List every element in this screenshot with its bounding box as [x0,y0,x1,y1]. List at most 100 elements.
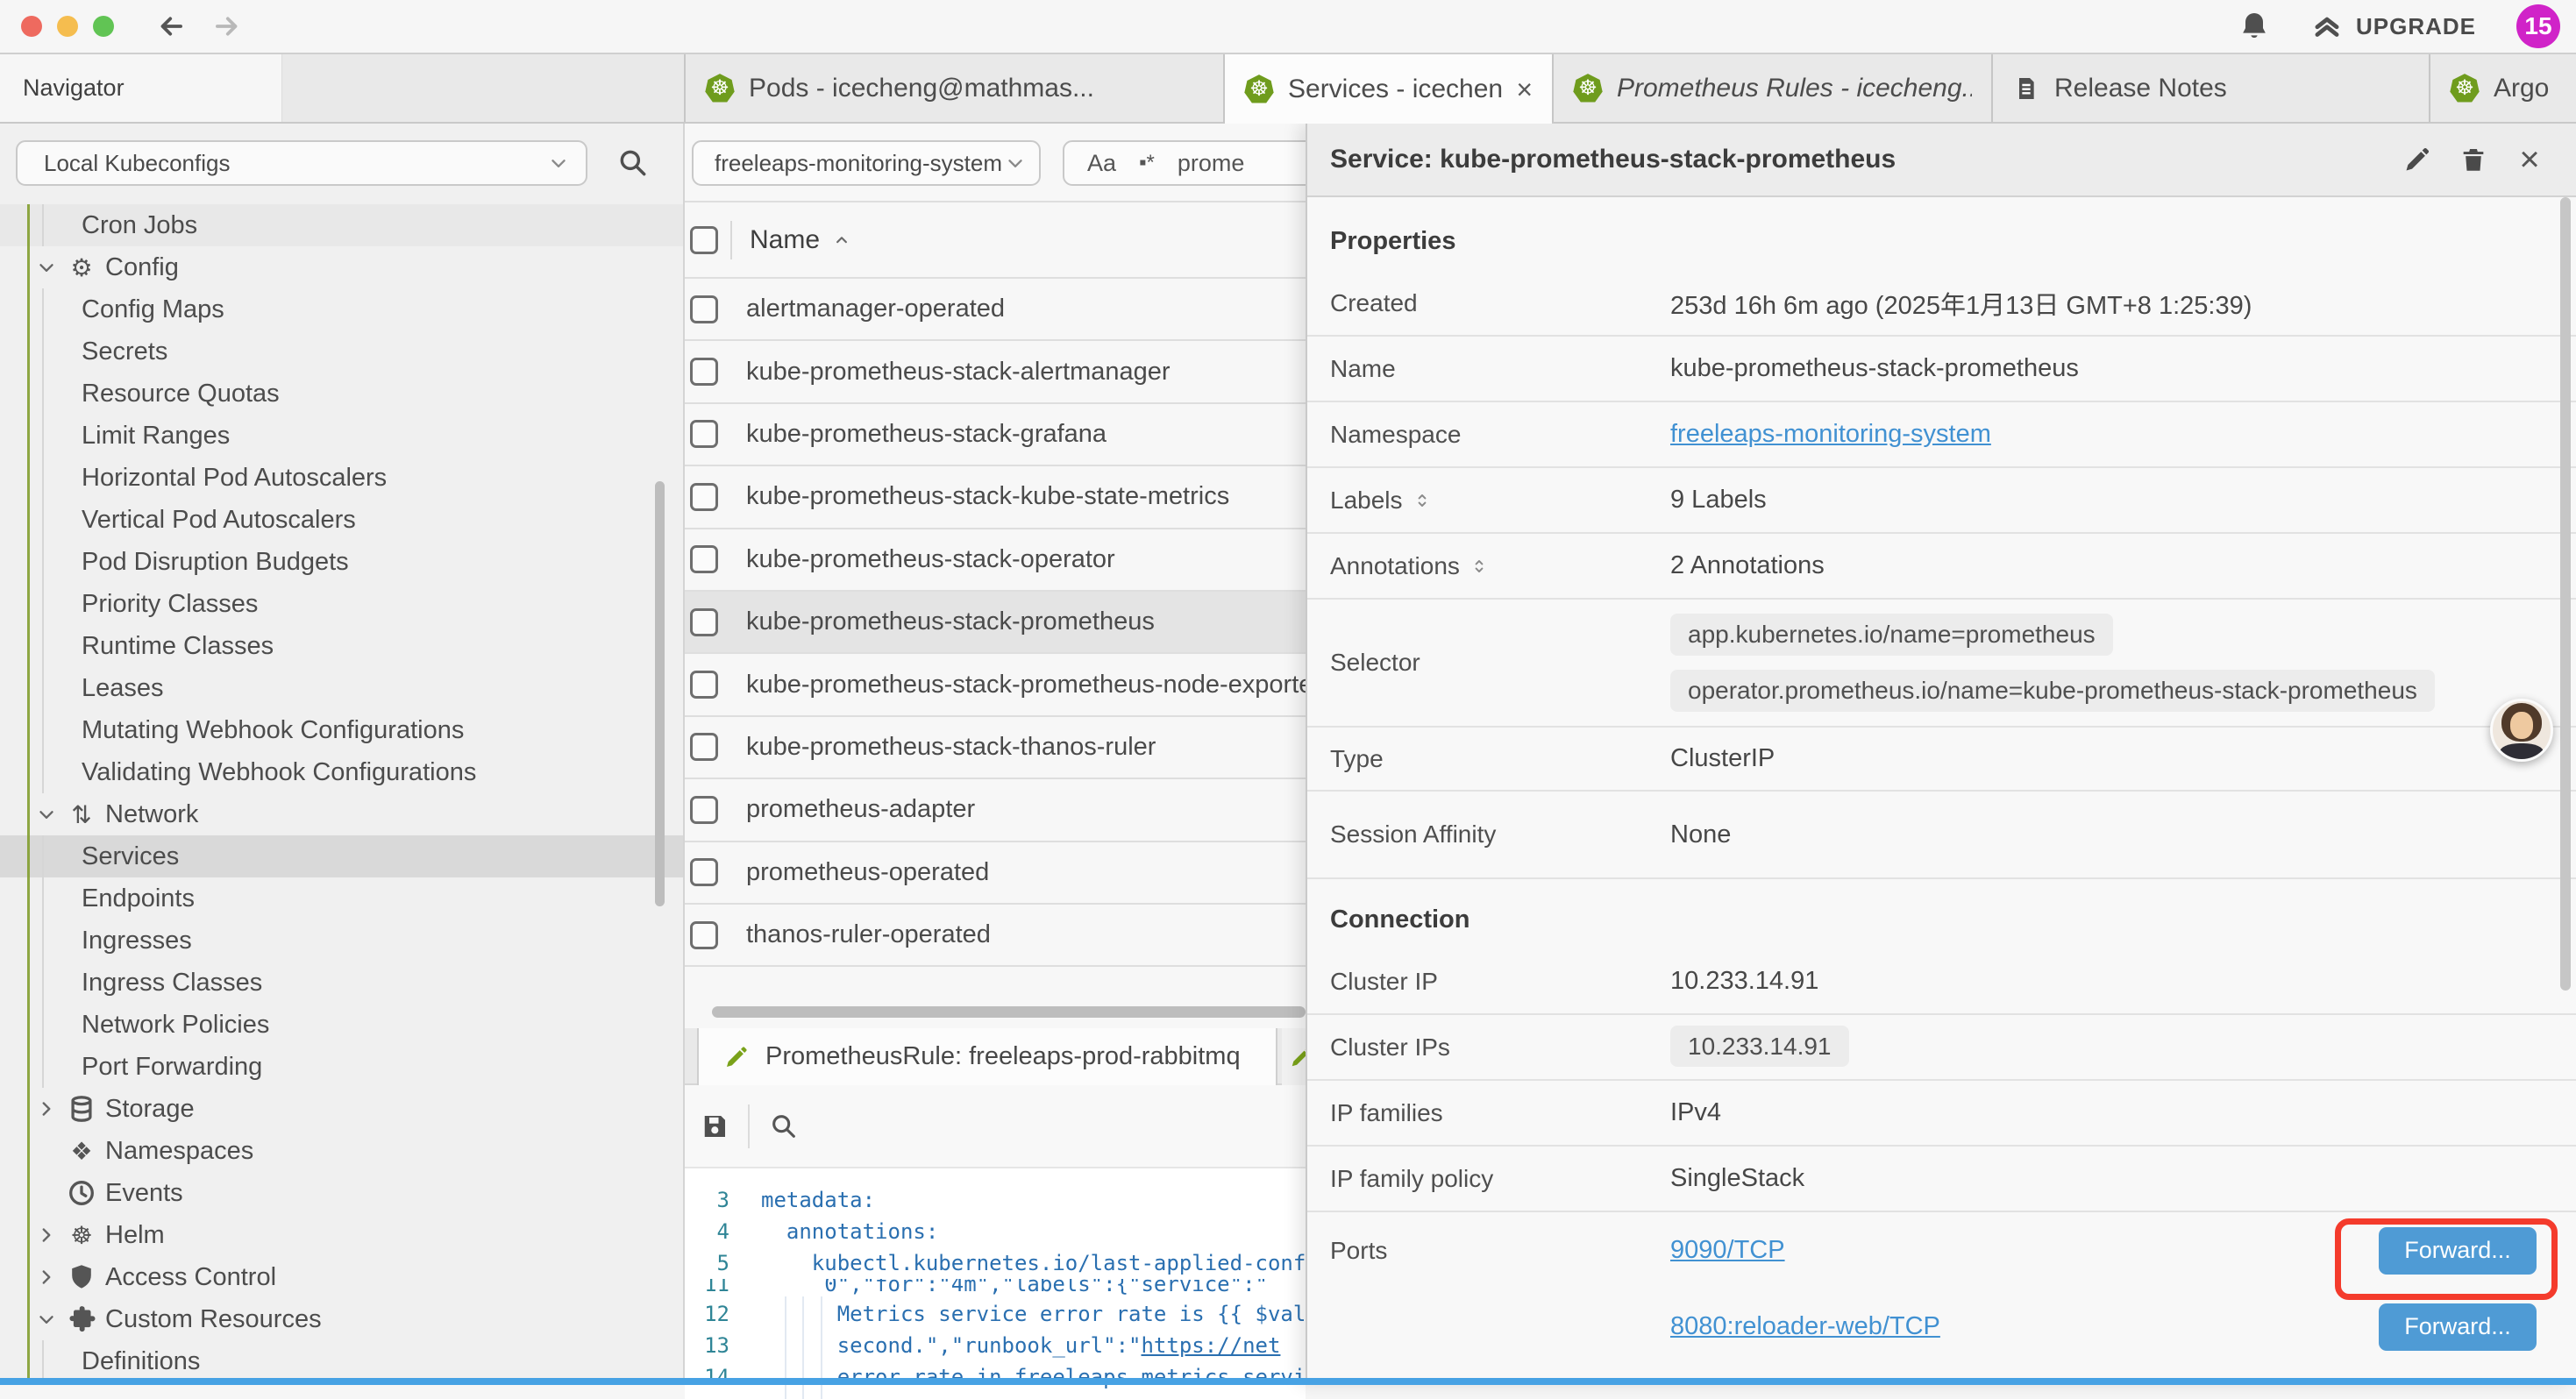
table-row[interactable]: thanos-ruler-operated [685,905,1306,967]
port-link[interactable]: 8080:reloader-web/TCP [1670,1312,1940,1341]
tab-release[interactable]: Release Notes [1991,54,2429,122]
sidebar-item-runtime-classes[interactable]: Runtime Classes [0,625,683,667]
sidebar-item-priority-classes[interactable]: Priority Classes [0,583,683,625]
chevron-right-icon[interactable] [35,1266,58,1289]
sidebar-item-custom-resources[interactable]: Custom Resources [0,1298,683,1340]
trash-icon[interactable] [2459,145,2488,174]
sidebar-item-mutating-webhook-configurations[interactable]: Mutating Webhook Configurations [0,709,683,751]
table-row[interactable]: prometheus-adapter [685,779,1306,842]
row-checkbox[interactable] [690,796,718,824]
sidebar-item-vertical-pod-autoscalers[interactable]: Vertical Pod Autoscalers [0,499,683,541]
sidebar-item-config[interactable]: ⚙Config [0,246,683,288]
zoom-window-button[interactable] [93,16,114,37]
avatar[interactable] [2490,699,2553,762]
port-link[interactable]: 9090/TCP [1670,1236,1785,1265]
editor-tab-partial[interactable] [1282,1028,1306,1085]
yaml-editor[interactable]: 3metadata:4 annotations:5 kubectl.kubern… [685,1168,1306,1399]
table-row[interactable]: kube-prometheus-stack-alertmanager [685,341,1306,403]
table-row[interactable]: kube-prometheus-stack-kube-state-metrics [685,466,1306,529]
row-checkbox[interactable] [690,483,718,511]
sidebar-scrollbar[interactable] [655,481,665,906]
sidebar-item-pod-disruption-budgets[interactable]: Pod Disruption Budgets [0,541,683,583]
search-icon[interactable] [616,146,650,180]
sidebar-item-services[interactable]: Services [0,835,683,877]
row-checkbox[interactable] [690,358,718,386]
sidebar-item-network[interactable]: ⇅Network [0,793,683,835]
tab-label: Pods - icecheng@mathmas... [749,74,1094,103]
table-row[interactable]: kube-prometheus-stack-thanos-ruler [685,717,1306,779]
kubeconfig-selector[interactable]: Local Kubeconfigs [16,140,587,186]
tab-services[interactable]: ☸Services - icecheng@math...× [1223,54,1552,124]
updown-icon: ⇅ [66,799,97,830]
drawer-scrollbar[interactable] [2560,197,2571,991]
sidebar-item-horizontal-pod-autoscalers[interactable]: Horizontal Pod Autoscalers [0,457,683,499]
table-row[interactable]: alertmanager-operated [685,279,1306,341]
forward-button[interactable]: Forward... [2379,1303,2537,1351]
table-row[interactable]: kube-prometheus-stack-grafana [685,404,1306,466]
sidebar-item-events[interactable]: Events [0,1172,683,1214]
close-icon[interactable]: × [2515,142,2544,177]
namespace-filter-dropdown[interactable]: freeleaps-monitoring-system [692,140,1041,186]
select-all-checkbox[interactable] [690,226,718,254]
row-checkbox[interactable] [690,545,718,573]
close-tab-icon[interactable]: × [1516,75,1533,103]
detail-value: IPv4 [1670,1098,1721,1127]
tab-argo[interactable]: ☸Argo Se [2429,54,2576,122]
upgrade-button[interactable]: UPGRADE [2310,10,2476,43]
row-checkbox[interactable] [690,921,718,949]
table-row[interactable]: kube-prometheus-stack-prometheus-node-ex… [685,654,1306,716]
navigator-panel-tab[interactable]: Navigator [0,54,282,122]
sidebar-item-leases[interactable]: Leases [0,667,683,709]
sidebar-item-ingress-classes[interactable]: Ingress Classes [0,962,683,1004]
row-checkbox[interactable] [690,858,718,886]
sidebar-item-helm[interactable]: ☸Helm [0,1214,683,1256]
sidebar-item-namespaces[interactable]: ❖Namespaces [0,1130,683,1172]
sidebar-item-network-policies[interactable]: Network Policies [0,1004,683,1046]
table-row[interactable]: prometheus-operated [685,842,1306,905]
forward-icon[interactable] [210,10,244,43]
chevron-right-icon[interactable] [35,1097,58,1120]
close-window-button[interactable] [21,16,42,37]
chevron-down-icon[interactable] [35,803,58,826]
sidebar-item-config-maps[interactable]: Config Maps [0,288,683,330]
tab-prometheus[interactable]: ☸Prometheus Rules - icecheng... [1552,54,1991,122]
sidebar-item-endpoints[interactable]: Endpoints [0,877,683,920]
chevron-down-icon[interactable] [35,1308,58,1331]
editor-tab-prometheusrule[interactable]: PrometheusRule: freeleaps-prod-rabbitmq [697,1028,1277,1085]
tab-pods[interactable]: ☸Pods - icecheng@mathmas... [684,54,1223,122]
name-column-header[interactable]: Name [750,225,820,255]
sidebar-item-definitions[interactable]: Definitions [0,1340,683,1382]
match-case-toggle[interactable]: Aa [1087,150,1116,177]
row-checkbox[interactable] [690,733,718,761]
sidebar-item-port-forwarding[interactable]: Port Forwarding [0,1046,683,1088]
row-checkbox[interactable] [690,608,718,636]
table-row[interactable]: kube-prometheus-stack-prometheus [685,592,1306,654]
chevron-down-icon[interactable] [35,256,58,279]
code-link[interactable]: https://net [1141,1333,1280,1358]
search-icon[interactable] [769,1111,799,1141]
notifications-bell-icon[interactable] [2237,9,2272,44]
horizontal-scrollbar[interactable] [712,1006,1306,1018]
sidebar-item-storage[interactable]: Storage [0,1088,683,1130]
back-icon[interactable] [154,10,188,43]
sidebar-item-limit-ranges[interactable]: Limit Ranges [0,415,683,457]
chevron-right-icon[interactable] [35,1224,58,1246]
detail-value: SingleStack [1670,1164,1804,1193]
table-row[interactable]: kube-prometheus-stack-operator [685,529,1306,592]
sidebar-item-ingresses[interactable]: Ingresses [0,920,683,962]
save-icon[interactable] [699,1111,730,1142]
sidebar-item-validating-webhook-configurations[interactable]: Validating Webhook Configurations [0,751,683,793]
regex-toggle[interactable]: ▪* [1139,151,1155,175]
sidebar-item-secrets[interactable]: Secrets [0,330,683,373]
row-checkbox[interactable] [690,295,718,323]
notification-count-badge[interactable]: 15 [2516,4,2560,48]
edit-pencil-icon[interactable] [2402,145,2432,174]
namespace-link[interactable]: freeleaps-monitoring-system [1670,420,1991,448]
sidebar-item-access-control[interactable]: Access Control [0,1256,683,1298]
row-checkbox[interactable] [690,671,718,699]
sidebar-item-cron-jobs[interactable]: Cron Jobs [0,204,683,246]
minimize-window-button[interactable] [57,16,78,37]
services-list-panel: freeleaps-monitoring-system Aa ▪* prome … [685,124,1306,1028]
sidebar-item-resource-quotas[interactable]: Resource Quotas [0,373,683,415]
row-checkbox[interactable] [690,420,718,448]
